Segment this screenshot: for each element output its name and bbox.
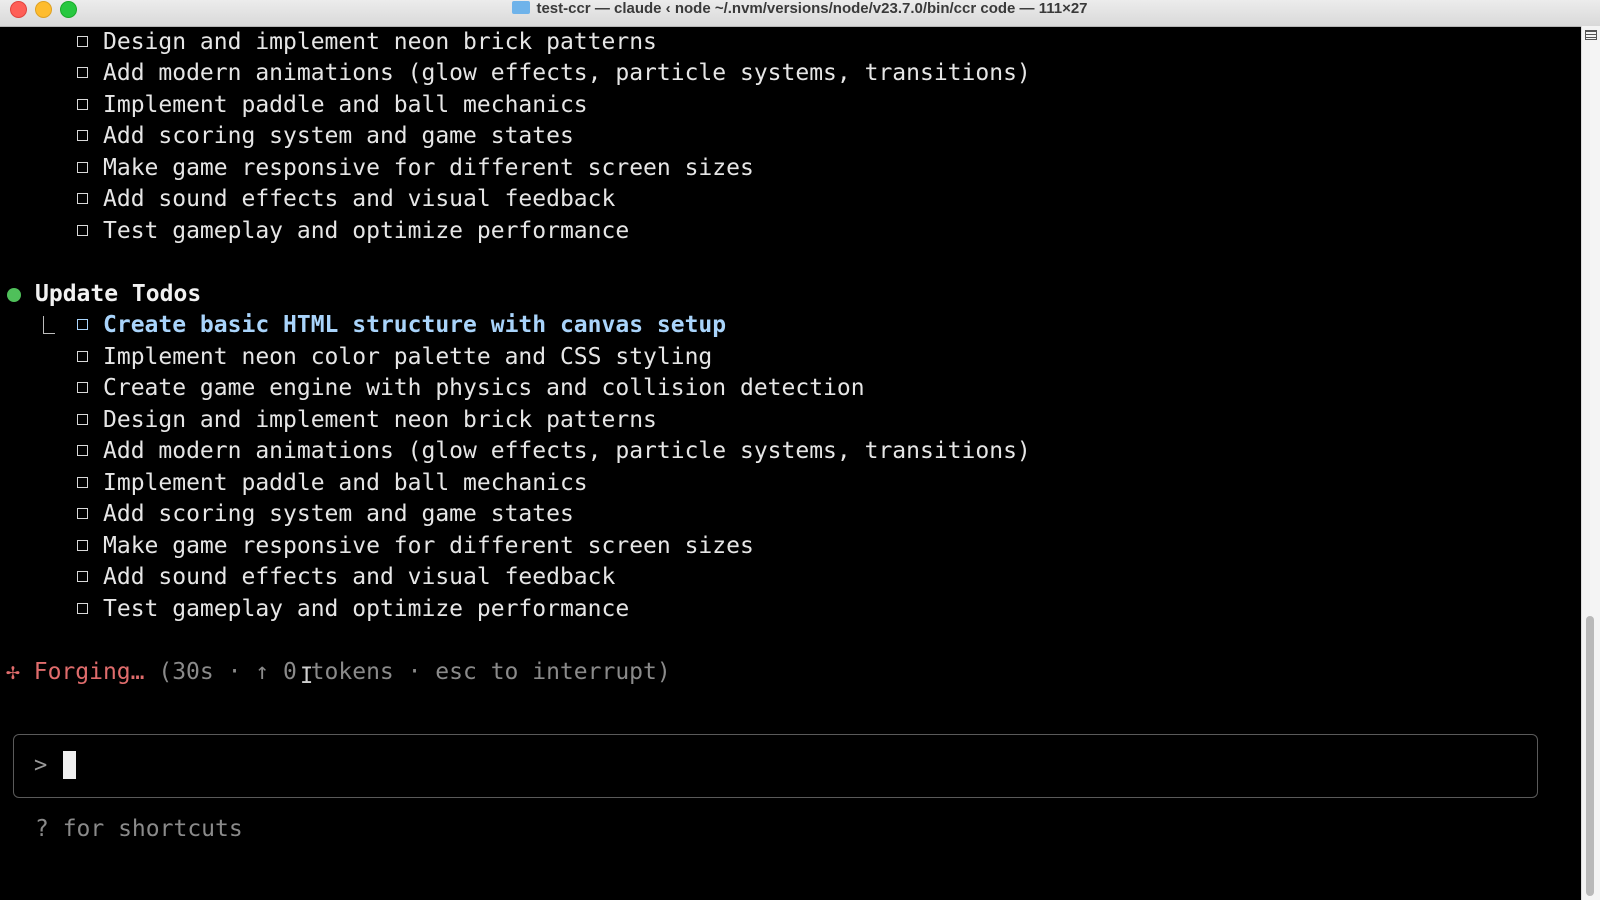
window-title-area: test-ccr — claude ‹ node ~/.nvm/versions… (0, 0, 1600, 18)
todo-item: Make game responsive for different scree… (77, 530, 754, 562)
todo-item: Make game responsive for different scree… (77, 152, 754, 184)
tree-branch-icon (43, 316, 55, 334)
todo-item: Add scoring system and game states (77, 498, 574, 530)
todo-item: Add modern animations (glow effects, par… (77, 57, 1031, 89)
checkbox-icon (77, 445, 88, 456)
shortcuts-hint: ? for shortcuts (35, 816, 243, 842)
checkbox-icon (77, 477, 88, 488)
todo-item: Implement paddle and ball mechanics (77, 467, 588, 499)
checkbox-icon (77, 351, 88, 362)
input-cursor (63, 751, 76, 779)
folder-icon (512, 1, 531, 14)
prompt-symbol: > (34, 753, 48, 778)
scroll-thumb[interactable] (1586, 616, 1594, 896)
status-label: Forging… (33, 659, 145, 685)
todo-item: Implement paddle and ball mechanics (77, 89, 588, 121)
todo-item: Add sound effects and visual feedback (77, 183, 615, 215)
text-cursor-icon: I (300, 664, 314, 689)
prompt-input-box[interactable]: > (13, 734, 1538, 798)
checkbox-icon (77, 603, 88, 614)
todo-item: Test gameplay and optimize performance (77, 215, 629, 247)
checkbox-icon (77, 571, 88, 582)
checkbox-icon (77, 414, 88, 425)
checkbox-icon (77, 540, 88, 551)
todo-item: Add modern animations (glow effects, par… (77, 435, 1031, 467)
checkbox-icon (77, 508, 88, 519)
todo-item: Create game engine with physics and coll… (77, 372, 865, 404)
checkbox-icon (77, 382, 88, 393)
terminal-output[interactable]: Design and implement neon brick patterns… (0, 26, 1582, 900)
checkbox-icon (77, 162, 88, 173)
checkbox-icon (77, 130, 88, 141)
checkbox-icon (77, 99, 88, 110)
todo-item: Design and implement neon brick patterns (77, 26, 657, 58)
window-title: test-ccr — claude ‹ node ~/.nvm/versions… (536, 0, 1088, 17)
todo-item: Add scoring system and game states (77, 120, 574, 152)
section-title: Update Todos (35, 281, 202, 307)
spinner-icon: ✢ (6, 659, 20, 685)
todo-item: Test gameplay and optimize performance (77, 593, 629, 625)
todo-item: Implement neon color palette and CSS sty… (77, 341, 712, 373)
menu-icon[interactable] (1585, 30, 1597, 40)
checkbox-icon (77, 193, 88, 204)
status-meta: (30s · ↑ 0 tokens · esc to interrupt) (158, 659, 671, 685)
terminal-window: test-ccr — claude ‹ node ~/.nvm/versions… (0, 0, 1600, 900)
todo-item: Add sound effects and visual feedback (77, 561, 615, 593)
todo-item-current: Create basic HTML structure with canvas … (77, 309, 726, 341)
vertical-scrollbar[interactable] (1581, 26, 1600, 900)
status-bullet-icon (7, 288, 21, 302)
checkbox-icon (77, 225, 88, 236)
checkbox-icon (77, 67, 88, 78)
todo-item: Design and implement neon brick patterns (77, 404, 657, 436)
checkbox-icon (77, 319, 88, 330)
checkbox-icon (77, 36, 88, 47)
status-line: ✢ Forging… (30s · ↑ 0 tokens · esc to in… (6, 656, 671, 688)
title-bar: test-ccr — claude ‹ node ~/.nvm/versions… (0, 0, 1600, 27)
